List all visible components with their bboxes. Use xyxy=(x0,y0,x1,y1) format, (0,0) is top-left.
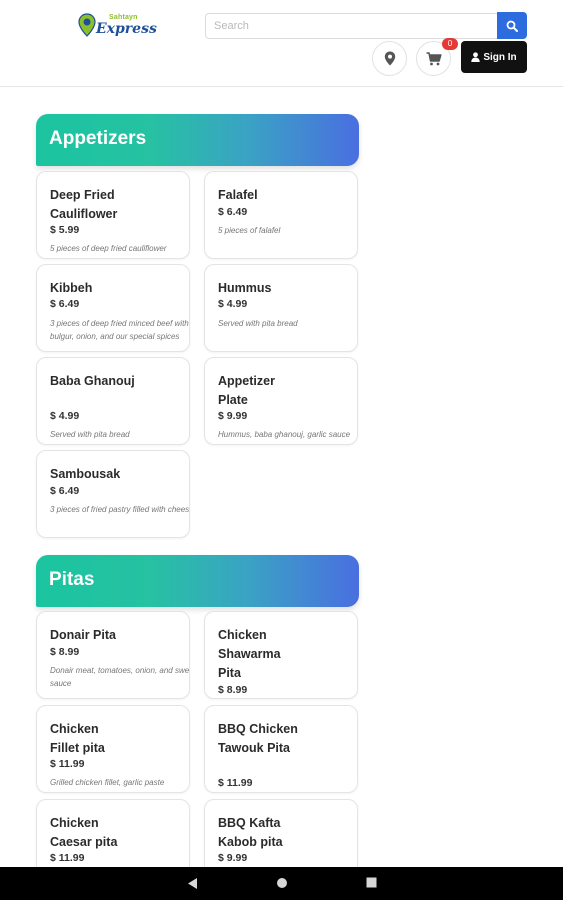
item-description: Served with pita bread xyxy=(50,430,130,439)
cart-count-badge: 0 xyxy=(442,38,458,50)
back-icon[interactable] xyxy=(186,877,198,890)
item-price: $ 8.99 xyxy=(50,646,80,658)
location-pin-icon xyxy=(384,51,395,66)
brand-logo[interactable]: Sahtayn Express xyxy=(76,10,157,44)
menu-item-card[interactable]: Deep Fried Cauliflower $ 5.99 5 pieces o… xyxy=(36,171,190,259)
item-price: $ 8.99 xyxy=(218,684,248,696)
item-name: Hummus xyxy=(218,281,272,295)
menu-item-card[interactable]: Chicken Shawarma Pita $ 8.99 xyxy=(204,611,358,699)
recents-icon[interactable] xyxy=(366,877,377,888)
search-button[interactable] xyxy=(497,12,527,39)
item-name: Kibbeh xyxy=(50,281,93,295)
item-price: $ 11.99 xyxy=(218,777,253,789)
section-title: Appetizers xyxy=(49,128,147,149)
menu-item-card[interactable]: Baba Ghanouj $ 4.99 Served with pita bre… xyxy=(36,357,190,445)
item-description: Hummus, baba ghanouj, garlic sauce xyxy=(218,430,351,439)
item-name: Donair Pita xyxy=(50,628,116,642)
user-icon xyxy=(471,52,481,62)
item-description: 5 pieces of falafel xyxy=(218,226,281,235)
item-name: BBQ Kafta Kabob pita xyxy=(218,816,283,849)
item-name: Baba Ghanouj xyxy=(50,374,135,388)
item-description: Served with pita bread xyxy=(218,319,298,328)
menu-item-card[interactable]: Hummus $ 4.99 Served with pita bread xyxy=(204,264,358,352)
item-price: $ 5.99 xyxy=(50,224,80,236)
search-input[interactable] xyxy=(205,13,497,39)
item-description: 3 pieces of deep fried minced beef with … xyxy=(50,319,189,341)
item-name: Deep Fried Cauliflower xyxy=(50,188,118,221)
item-description: Donair meat, tomatoes, onion, and sweet … xyxy=(50,666,190,688)
menu-item-card[interactable]: Donair Pita $ 8.99 Donair meat, tomatoes… xyxy=(36,611,190,699)
item-description: 5 pieces of deep fried cauliflower xyxy=(50,244,167,253)
logo-pin-icon xyxy=(78,13,96,37)
sign-in-button[interactable]: Sign In xyxy=(461,41,527,73)
menu-item-card[interactable]: Sambousak $ 6.49 3 pieces of fried pastr… xyxy=(36,450,190,538)
system-nav-bar xyxy=(0,867,563,900)
item-price: $ 9.99 xyxy=(218,852,248,864)
item-price: $ 9.99 xyxy=(218,410,248,422)
item-price: $ 6.49 xyxy=(218,206,248,218)
section-header-appetizers: Appetizers xyxy=(36,114,359,166)
item-description: Grilled chicken fillet, garlic paste xyxy=(50,778,165,787)
item-name: BBQ Chicken Tawouk Pita xyxy=(218,722,298,755)
section-header-pitas: Pitas xyxy=(36,555,359,607)
item-price: $ 4.99 xyxy=(50,410,80,422)
menu-item-card[interactable]: Falafel $ 6.49 5 pieces of falafel xyxy=(204,171,358,259)
search-icon xyxy=(506,20,518,32)
app-header: Sahtayn Express 0 Sign In xyxy=(0,0,563,87)
menu-item-card[interactable]: BBQ Chicken Tawouk Pita $ 11.99 xyxy=(204,705,358,793)
cart-icon xyxy=(426,51,442,65)
menu-item-card[interactable]: Chicken Fillet pita $ 11.99 Grilled chic… xyxy=(36,705,190,793)
item-name: Sambousak xyxy=(50,467,121,481)
item-price: $ 6.49 xyxy=(50,485,80,497)
item-price: $ 11.99 xyxy=(50,758,85,770)
brand-small-text: Sahtayn xyxy=(109,14,138,21)
item-name: Chicken Fillet pita xyxy=(50,722,105,755)
item-name: Chicken Caesar pita xyxy=(50,816,118,849)
sign-in-label: Sign In xyxy=(483,51,517,63)
section-title: Pitas xyxy=(49,569,95,590)
menu-item-card[interactable]: Kibbeh $ 6.49 3 pieces of deep fried min… xyxy=(36,264,190,352)
item-name: Chicken Shawarma Pita xyxy=(218,628,281,680)
item-price: $ 11.99 xyxy=(50,852,85,864)
item-price: $ 6.49 xyxy=(50,298,80,310)
brand-big-text: Express xyxy=(96,21,157,37)
item-price: $ 4.99 xyxy=(218,298,248,310)
home-icon[interactable] xyxy=(276,877,288,889)
location-button[interactable] xyxy=(372,41,407,76)
item-name: Appetizer Plate xyxy=(218,374,275,407)
item-description: 3 pieces of fried pastry filled with che… xyxy=(50,505,190,514)
item-name: Falafel xyxy=(218,188,258,202)
menu-item-card[interactable]: Appetizer Plate $ 9.99 Hummus, baba ghan… xyxy=(204,357,358,445)
